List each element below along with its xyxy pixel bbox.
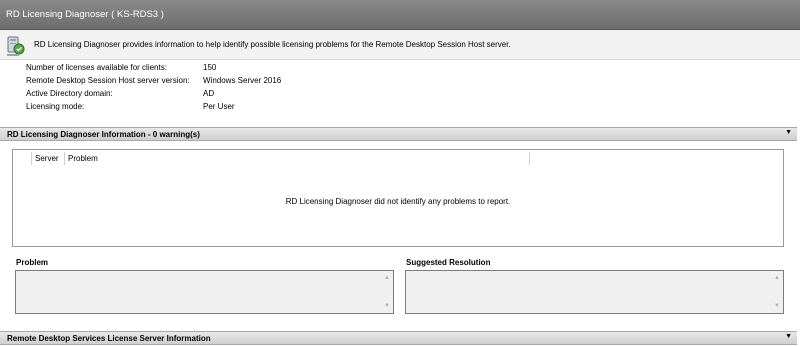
info-value: Per User [203,102,235,111]
info-label: Remote Desktop Session Host server versi… [26,76,190,85]
column-header-problem[interactable]: Problem [68,153,98,165]
column-separator[interactable] [529,152,530,165]
problem-list[interactable]: Server Problem RD Licensing Diagnoser di… [12,149,784,247]
intro-banner: RD Licensing Diagnoser provides informat… [0,30,800,60]
problem-textbox[interactable]: ▲ ▼ [15,270,394,314]
license-server-section-header[interactable]: Remote Desktop Services License Server I… [0,331,797,345]
window-titlebar: RD Licensing Diagnoser ( KS-RDS3 ) [0,0,800,30]
info-value: 150 [203,63,217,72]
info-value: AD [203,89,215,98]
section-title: Remote Desktop Services License Server I… [7,334,211,343]
info-label: Licensing mode: [26,102,85,111]
column-separator[interactable] [31,152,32,165]
intro-description: RD Licensing Diagnoser provides informat… [34,40,511,49]
scroll-down-icon[interactable]: ▼ [773,302,781,310]
scroll-up-icon[interactable]: ▲ [773,274,781,282]
diagnoser-info-section-header[interactable]: RD Licensing Diagnoser Information - 0 w… [0,127,797,141]
suggested-resolution-label: Suggested Resolution [406,258,491,267]
scroll-up-icon[interactable]: ▲ [383,274,391,282]
info-value: Windows Server 2016 [203,76,282,85]
info-label: Active Directory domain: [26,89,113,98]
column-separator[interactable] [64,152,65,165]
section-title: RD Licensing Diagnoser Information - 0 w… [7,130,200,139]
chevron-down-icon[interactable]: ▼ [785,129,792,136]
column-header-server[interactable]: Server [35,153,59,165]
suggested-resolution-textbox[interactable]: ▲ ▼ [405,270,784,314]
info-label: Number of licenses available for clients… [26,63,167,72]
empty-list-message: RD Licensing Diagnoser did not identify … [285,197,511,206]
scroll-down-icon[interactable]: ▼ [383,302,391,310]
computer-license-icon [6,35,26,57]
chevron-down-icon[interactable]: ▼ [785,333,792,340]
problem-label: Problem [16,258,49,267]
window-title: RD Licensing Diagnoser ( KS-RDS3 ) [6,9,164,20]
